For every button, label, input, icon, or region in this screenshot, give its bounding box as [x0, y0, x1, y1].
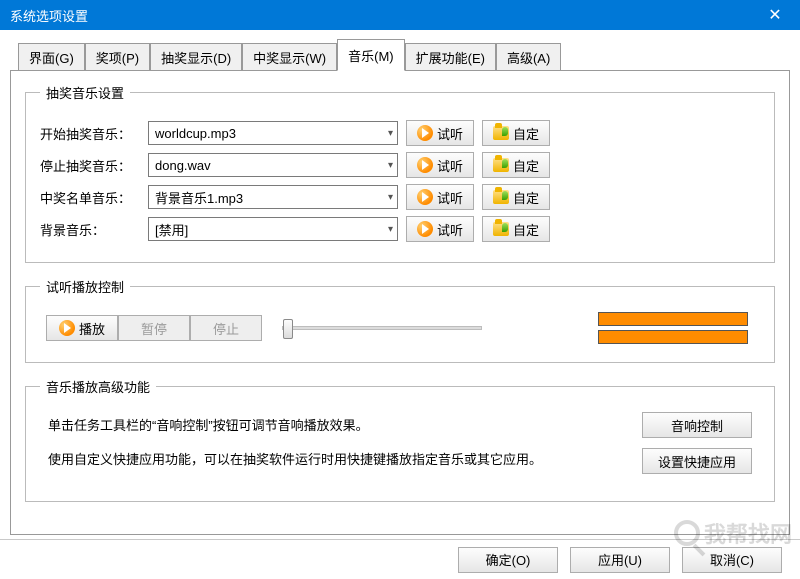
combo-bg-music-value: [禁用] [155, 220, 188, 239]
preview-button-stop[interactable]: 试听 [406, 152, 474, 178]
group-advanced-music: 音乐播放高级功能 单击任务工具栏的“音响控制”按钮可调节音响播放效果。 使用自定… [25, 377, 775, 502]
tab-music[interactable]: 音乐(M) [337, 39, 405, 71]
folder-icon [493, 190, 509, 204]
chevron-down-icon: ▾ [388, 128, 393, 139]
group-playback-control: 试听播放控制 播放 暂停 停止 [25, 277, 775, 363]
level-bar-right [598, 330, 748, 344]
combo-start-music[interactable]: worldcup.mp3 ▾ [148, 121, 398, 145]
preview-button-bg[interactable]: 试听 [406, 216, 474, 242]
progress-slider[interactable] [282, 326, 482, 330]
stop-button[interactable]: 停止 [190, 315, 262, 341]
combo-stop-music[interactable]: dong.wav ▾ [148, 153, 398, 177]
label-stop-music: 停止抽奖音乐： [40, 156, 140, 175]
play-icon [417, 125, 433, 141]
dialog-footer: 确定(O) 应用(U) 取消(C) [0, 539, 800, 579]
ok-button[interactable]: 确定(O) [458, 547, 558, 573]
group-draw-music-legend: 抽奖音乐设置 [40, 83, 130, 102]
tab-advanced[interactable]: 高级(A) [496, 43, 561, 71]
cancel-button[interactable]: 取消(C) [682, 547, 782, 573]
combo-winners-music[interactable]: 背景音乐1.mp3 ▾ [148, 185, 398, 209]
group-draw-music: 抽奖音乐设置 开始抽奖音乐： worldcup.mp3 ▾ 试听 自定 停止抽奖… [25, 83, 775, 263]
level-bar-left [598, 312, 748, 326]
play-icon [417, 157, 433, 173]
custom-button-winners[interactable]: 自定 [482, 184, 550, 210]
play-icon [59, 320, 75, 336]
combo-stop-music-value: dong.wav [155, 158, 211, 173]
folder-icon [493, 222, 509, 236]
label-start-music: 开始抽奖音乐： [40, 124, 140, 143]
slider-thumb[interactable] [283, 319, 293, 339]
close-icon[interactable]: ✕ [760, 5, 790, 25]
advanced-text-2: 使用自定义快捷应用功能，可以在抽奖软件运行时用快捷键播放指定音乐或其它应用。 [48, 450, 542, 470]
group-playback-legend: 试听播放控制 [40, 277, 130, 296]
tab-draw-display[interactable]: 抽奖显示(D) [150, 43, 242, 71]
shortcut-setup-button[interactable]: 设置快捷应用 [642, 448, 752, 474]
custom-button-bg[interactable]: 自定 [482, 216, 550, 242]
preview-button-start[interactable]: 试听 [406, 120, 474, 146]
play-button[interactable]: 播放 [46, 315, 118, 341]
chevron-down-icon: ▾ [388, 192, 393, 203]
tab-extensions[interactable]: 扩展功能(E) [405, 43, 496, 71]
play-icon [417, 221, 433, 237]
folder-icon [493, 126, 509, 140]
window-title: 系统选项设置 [10, 6, 88, 25]
apply-button[interactable]: 应用(U) [570, 547, 670, 573]
group-advanced-legend: 音乐播放高级功能 [40, 377, 156, 396]
pause-button[interactable]: 暂停 [118, 315, 190, 341]
play-icon [417, 189, 433, 205]
sound-control-button[interactable]: 音响控制 [642, 412, 752, 438]
preview-button-winners[interactable]: 试听 [406, 184, 474, 210]
tab-interface[interactable]: 界面(G) [18, 43, 85, 71]
level-meter [598, 312, 748, 344]
title-bar: 系统选项设置 ✕ [0, 0, 800, 30]
tab-win-display[interactable]: 中奖显示(W) [242, 43, 337, 71]
combo-start-music-value: worldcup.mp3 [155, 126, 236, 141]
combo-winners-music-value: 背景音乐1.mp3 [155, 188, 243, 207]
custom-button-stop[interactable]: 自定 [482, 152, 550, 178]
folder-icon [493, 158, 509, 172]
label-bg-music: 背景音乐： [40, 220, 140, 239]
custom-button-start[interactable]: 自定 [482, 120, 550, 146]
tab-prizes[interactable]: 奖项(P) [85, 43, 150, 71]
label-winners-music: 中奖名单音乐： [40, 188, 140, 207]
advanced-text-1: 单击任务工具栏的“音响控制”按钮可调节音响播放效果。 [48, 416, 542, 436]
chevron-down-icon: ▾ [388, 224, 393, 235]
tab-panel: 抽奖音乐设置 开始抽奖音乐： worldcup.mp3 ▾ 试听 自定 停止抽奖… [10, 70, 790, 535]
combo-bg-music[interactable]: [禁用] ▾ [148, 217, 398, 241]
chevron-down-icon: ▾ [388, 160, 393, 171]
tab-strip: 界面(G) 奖项(P) 抽奖显示(D) 中奖显示(W) 音乐(M) 扩展功能(E… [18, 38, 790, 70]
